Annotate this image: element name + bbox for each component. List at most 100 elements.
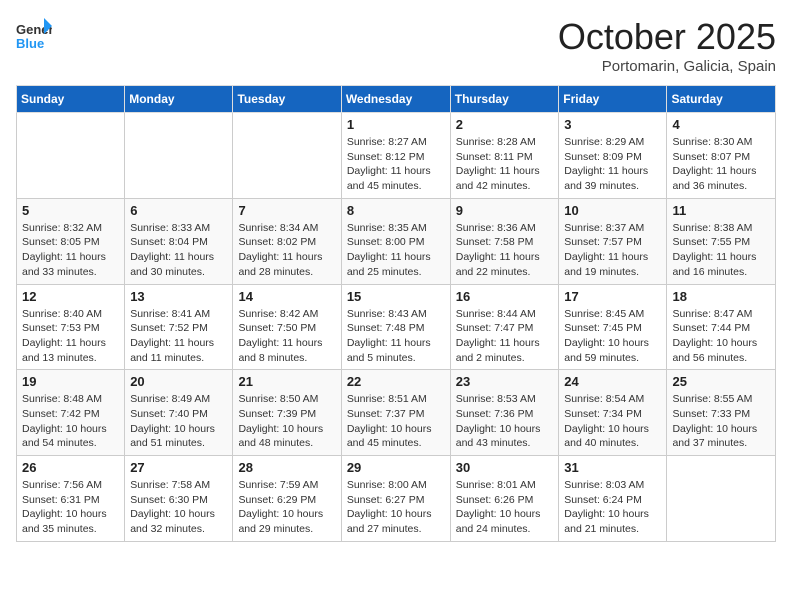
day-number: 29 xyxy=(347,460,445,475)
day-info: Sunrise: 8:27 AMSunset: 8:12 PMDaylight:… xyxy=(347,135,445,194)
day-info: Sunrise: 8:42 AMSunset: 7:50 PMDaylight:… xyxy=(238,307,335,366)
day-number: 23 xyxy=(456,374,554,389)
day-number: 25 xyxy=(672,374,770,389)
day-number: 2 xyxy=(456,117,554,132)
day-info: Sunrise: 8:00 AMSunset: 6:27 PMDaylight:… xyxy=(347,478,445,537)
calendar-cell: 23 Sunrise: 8:53 AMSunset: 7:36 PMDayligh… xyxy=(450,370,559,456)
calendar-cell: 3 Sunrise: 8:29 AMSunset: 8:09 PMDaylight… xyxy=(559,113,667,199)
day-number: 13 xyxy=(130,289,227,304)
calendar-cell: 5Sunrise: 8:32 AMSunset: 8:05 PMDaylight… xyxy=(17,198,125,284)
calendar-cell: 13Sunrise: 8:41 AMSunset: 7:52 PMDayligh… xyxy=(125,284,233,370)
day-number: 14 xyxy=(238,289,335,304)
day-info: Sunrise: 8:40 AMSunset: 7:53 PMDaylight:… xyxy=(22,307,119,366)
calendar-cell: 30 Sunrise: 8:01 AMSunset: 6:26 PMDayligh… xyxy=(450,456,559,542)
day-number: 5 xyxy=(22,203,119,218)
calendar-cell: 12 Sunrise: 8:40 AMSunset: 7:53 PMDayligh… xyxy=(17,284,125,370)
location: Portomarin, Galicia, Spain xyxy=(558,58,776,75)
day-number: 30 xyxy=(456,460,554,475)
day-info: Sunrise: 8:51 AMSunset: 7:37 PMDaylight:… xyxy=(347,392,445,451)
day-info: Sunrise: 8:48 AMSunset: 7:42 PMDaylight:… xyxy=(22,392,119,451)
day-info: Sunrise: 8:01 AMSunset: 6:26 PMDaylight:… xyxy=(456,478,554,537)
calendar-cell: 16Sunrise: 8:44 AMSunset: 7:47 PMDayligh… xyxy=(450,284,559,370)
calendar-cell: 14 Sunrise: 8:42 AMSunset: 7:50 PMDayligh… xyxy=(233,284,341,370)
day-info: Sunrise: 8:30 AMSunset: 8:07 PMDaylight:… xyxy=(672,135,770,194)
day-number: 16 xyxy=(456,289,554,304)
calendar-cell: 20Sunrise: 8:49 AMSunset: 7:40 PMDayligh… xyxy=(125,370,233,456)
month-title: October 2025 xyxy=(558,16,776,58)
logo-icon: General Blue xyxy=(16,16,52,52)
calendar-cell xyxy=(17,113,125,199)
calendar-cell xyxy=(125,113,233,199)
calendar-cell xyxy=(233,113,341,199)
calendar-week-5: 26Sunrise: 7:56 AMSunset: 6:31 PMDayligh… xyxy=(17,456,776,542)
day-info: Sunrise: 7:56 AMSunset: 6:31 PMDaylight:… xyxy=(22,478,119,537)
calendar-week-2: 5Sunrise: 8:32 AMSunset: 8:05 PMDaylight… xyxy=(17,198,776,284)
day-number: 24 xyxy=(564,374,661,389)
day-number: 27 xyxy=(130,460,227,475)
day-number: 12 xyxy=(22,289,119,304)
calendar-cell: 18Sunrise: 8:47 AMSunset: 7:44 PMDayligh… xyxy=(667,284,776,370)
calendar-cell: 9Sunrise: 8:36 AMSunset: 7:58 PMDaylight… xyxy=(450,198,559,284)
weekday-header-row: SundayMondayTuesdayWednesdayThursdayFrid… xyxy=(17,86,776,113)
title-block: October 2025 Portomarin, Galicia, Spain xyxy=(558,16,776,75)
day-info: Sunrise: 8:34 AMSunset: 8:02 PMDaylight:… xyxy=(238,221,335,280)
day-number: 15 xyxy=(347,289,445,304)
day-info: Sunrise: 8:28 AMSunset: 8:11 PMDaylight:… xyxy=(456,135,554,194)
weekday-header-sunday: Sunday xyxy=(17,86,125,113)
calendar-header: SundayMondayTuesdayWednesdayThursdayFrid… xyxy=(17,86,776,113)
day-info: Sunrise: 8:35 AMSunset: 8:00 PMDaylight:… xyxy=(347,221,445,280)
day-info: Sunrise: 8:03 AMSunset: 6:24 PMDaylight:… xyxy=(564,478,661,537)
calendar-cell xyxy=(667,456,776,542)
weekday-header-monday: Monday xyxy=(125,86,233,113)
calendar-cell: 8 Sunrise: 8:35 AMSunset: 8:00 PMDaylight… xyxy=(341,198,450,284)
calendar-cell: 25 Sunrise: 8:55 AMSunset: 7:33 PMDayligh… xyxy=(667,370,776,456)
weekday-header-wednesday: Wednesday xyxy=(341,86,450,113)
calendar-cell: 10 Sunrise: 8:37 AMSunset: 7:57 PMDayligh… xyxy=(559,198,667,284)
day-number: 7 xyxy=(238,203,335,218)
calendar-cell: 26Sunrise: 7:56 AMSunset: 6:31 PMDayligh… xyxy=(17,456,125,542)
day-number: 3 xyxy=(564,117,661,132)
day-info: Sunrise: 8:55 AMSunset: 7:33 PMDaylight:… xyxy=(672,392,770,451)
calendar-cell: 29 Sunrise: 8:00 AMSunset: 6:27 PMDayligh… xyxy=(341,456,450,542)
day-info: Sunrise: 8:53 AMSunset: 7:36 PMDaylight:… xyxy=(456,392,554,451)
svg-text:Blue: Blue xyxy=(16,36,44,51)
day-info: Sunrise: 8:49 AMSunset: 7:40 PMDaylight:… xyxy=(130,392,227,451)
day-info: Sunrise: 8:29 AMSunset: 8:09 PMDaylight:… xyxy=(564,135,661,194)
calendar-cell: 28Sunrise: 7:59 AMSunset: 6:29 PMDayligh… xyxy=(233,456,341,542)
day-number: 8 xyxy=(347,203,445,218)
calendar-week-3: 12 Sunrise: 8:40 AMSunset: 7:53 PMDayligh… xyxy=(17,284,776,370)
weekday-header-thursday: Thursday xyxy=(450,86,559,113)
day-number: 10 xyxy=(564,203,661,218)
logo: General Blue xyxy=(16,16,54,52)
day-info: Sunrise: 8:33 AMSunset: 8:04 PMDaylight:… xyxy=(130,221,227,280)
day-info: Sunrise: 8:37 AMSunset: 7:57 PMDaylight:… xyxy=(564,221,661,280)
day-number: 4 xyxy=(672,117,770,132)
weekday-header-tuesday: Tuesday xyxy=(233,86,341,113)
day-info: Sunrise: 8:50 AMSunset: 7:39 PMDaylight:… xyxy=(238,392,335,451)
day-number: 28 xyxy=(238,460,335,475)
day-number: 1 xyxy=(347,117,445,132)
calendar-cell: 21 Sunrise: 8:50 AMSunset: 7:39 PMDayligh… xyxy=(233,370,341,456)
day-number: 18 xyxy=(672,289,770,304)
calendar-cell: 15 Sunrise: 8:43 AMSunset: 7:48 PMDayligh… xyxy=(341,284,450,370)
day-info: Sunrise: 8:54 AMSunset: 7:34 PMDaylight:… xyxy=(564,392,661,451)
calendar-cell: 31Sunrise: 8:03 AMSunset: 6:24 PMDayligh… xyxy=(559,456,667,542)
calendar-cell: 2 Sunrise: 8:28 AMSunset: 8:11 PMDaylight… xyxy=(450,113,559,199)
page-header: General Blue October 2025 Portomarin, Ga… xyxy=(16,16,776,75)
calendar-cell: 4 Sunrise: 8:30 AMSunset: 8:07 PMDaylight… xyxy=(667,113,776,199)
day-info: Sunrise: 8:36 AMSunset: 7:58 PMDaylight:… xyxy=(456,221,554,280)
day-number: 11 xyxy=(672,203,770,218)
weekday-header-friday: Friday xyxy=(559,86,667,113)
day-info: Sunrise: 8:43 AMSunset: 7:48 PMDaylight:… xyxy=(347,307,445,366)
day-number: 6 xyxy=(130,203,227,218)
calendar-cell: 6 Sunrise: 8:33 AMSunset: 8:04 PMDaylight… xyxy=(125,198,233,284)
calendar-cell: 22Sunrise: 8:51 AMSunset: 7:37 PMDayligh… xyxy=(341,370,450,456)
day-number: 19 xyxy=(22,374,119,389)
day-info: Sunrise: 8:45 AMSunset: 7:45 PMDaylight:… xyxy=(564,307,661,366)
day-info: Sunrise: 7:58 AMSunset: 6:30 PMDaylight:… xyxy=(130,478,227,537)
calendar-body: 1 Sunrise: 8:27 AMSunset: 8:12 PMDaylight… xyxy=(17,113,776,542)
day-info: Sunrise: 8:38 AMSunset: 7:55 PMDaylight:… xyxy=(672,221,770,280)
day-number: 21 xyxy=(238,374,335,389)
calendar-week-1: 1 Sunrise: 8:27 AMSunset: 8:12 PMDaylight… xyxy=(17,113,776,199)
calendar-cell: 17Sunrise: 8:45 AMSunset: 7:45 PMDayligh… xyxy=(559,284,667,370)
